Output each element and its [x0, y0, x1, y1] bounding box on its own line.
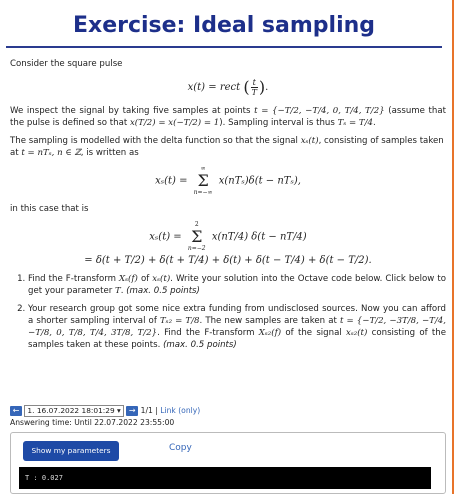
link[interactable]: Link [160, 406, 176, 415]
answering-deadline: Answering time: Until 22.07.2022 23:55:0… [10, 418, 175, 427]
eq1-num: t [250, 78, 258, 88]
parameters-panel: Show my parameters Copy T : 0.027 [10, 432, 446, 494]
page-title: Exercise: Ideal sampling [72, 13, 376, 38]
page-counter: 1/1 [140, 406, 153, 415]
task1-m2: xₛ(t) [152, 274, 171, 284]
equation-delta-expansion: = δ(t + T/2) + δ(t + T/4) + δ(t) + δ(t −… [10, 255, 446, 267]
this-case-text: in this case that is [10, 204, 89, 214]
para2-xs: xₛ(t) [300, 136, 319, 146]
link-only[interactable]: (only) [178, 406, 200, 415]
title-bar: Exercise: Ideal sampling [6, 6, 442, 48]
intro-text: Consider the square pulse [10, 59, 123, 69]
paragraph-samples: We inspect the signal by taking five sam… [10, 105, 446, 129]
pulse-condition: x(T/2) = x(−T/2) = 1 [129, 118, 220, 128]
task1-b: of [137, 274, 153, 284]
task-list: Find the F-transform Xₛ(f) of xₛ(t). Wri… [10, 273, 446, 351]
equation-sum-general: xₛ(t) = ∞ Σn=−∞ x(nTₛ)δ(t − nTₛ), [155, 165, 301, 196]
para1-a: We inspect the signal by taking five sam… [10, 106, 255, 116]
sampling-interval: Tₛ = T/4 [337, 118, 373, 128]
accent-border [452, 0, 454, 494]
task2-m1: Tₛ₂ = T/8 [159, 316, 200, 326]
submission-select[interactable]: 1. 16.07.2022 18:01:29 ▾ [24, 405, 124, 417]
eq1-lhs: x(t) = rect [187, 82, 241, 93]
eq2-lhs: xₛ(t) = [155, 175, 188, 187]
parameter-output: T : 0.027 [19, 467, 431, 489]
eq3-lower: n=−2 [187, 245, 206, 252]
task1-a: Find the F-transform [28, 274, 119, 284]
task2-m4: xₛ₂(t) [346, 328, 368, 338]
chevron-down-icon: ▾ [117, 406, 121, 415]
eq2-rhs: x(nTₛ)δ(t − nTₛ), [218, 175, 301, 187]
para2-tn: t = nTₛ, n ∈ ℤ [21, 148, 81, 158]
submission-select-value: 1. 16.07.2022 18:01:29 [27, 406, 115, 415]
copy-link[interactable]: Copy [169, 443, 192, 453]
equation-sum-case: xₛ(t) = 2 Σn=−2 x(nT/4) δ(t − nT/4) [149, 221, 307, 252]
exercise-page: Exercise: Ideal sampling Consider the sq… [0, 0, 454, 494]
show-parameters-button[interactable]: Show my parameters [23, 441, 119, 461]
task2-b: . The new samples are taken at [199, 316, 340, 326]
eq1-tail: . [265, 82, 269, 93]
para2-a: The sampling is modelled with the delta … [10, 136, 301, 146]
task1-points: (max. 0.5 points) [126, 286, 200, 296]
next-arrow-icon[interactable]: → [126, 406, 139, 416]
equation-rect: x(t) = rect (t T). [187, 77, 269, 97]
task2-m3: Xₛ₂(f) [258, 328, 282, 338]
para2-c: , is written as [80, 148, 139, 158]
sample-points: t = {−T/2, −T/4, 0, T/4, T/2} [254, 106, 385, 116]
submission-nav: ← 1. 16.07.2022 18:01:29 ▾ → 1/1 | Link … [10, 405, 450, 419]
eq3-line2: = δ(t + T/2) + δ(t + T/4) + δ(t) + δ(t −… [84, 255, 372, 266]
eq1-den: T [251, 88, 257, 97]
para1-c: ). Sampling interval is thus [219, 118, 338, 128]
task2-c: . Find the F-transform [157, 328, 259, 338]
task1-m1: Xₛ(f) [119, 274, 138, 284]
task-item: Your research group got some nice extra … [28, 303, 446, 351]
task-item: Find the F-transform Xₛ(f) of xₛ(t). Wri… [28, 273, 446, 297]
eq3-lhs: xₛ(t) = [149, 231, 182, 243]
exercise-body: Consider the square pulse x(t) = rect (t… [10, 58, 446, 357]
eq2-lower: n=−∞ [193, 189, 213, 196]
task2-points: (max. 0.5 points) [163, 340, 237, 350]
para1-d: . [372, 118, 376, 128]
eq3-rhs: x(nT/4) δ(t − nT/4) [211, 231, 307, 243]
task2-d: of the signal [281, 328, 347, 338]
prev-arrow-icon[interactable]: ← [10, 406, 22, 416]
paragraph-delta: The sampling is modelled with the delta … [10, 135, 446, 159]
